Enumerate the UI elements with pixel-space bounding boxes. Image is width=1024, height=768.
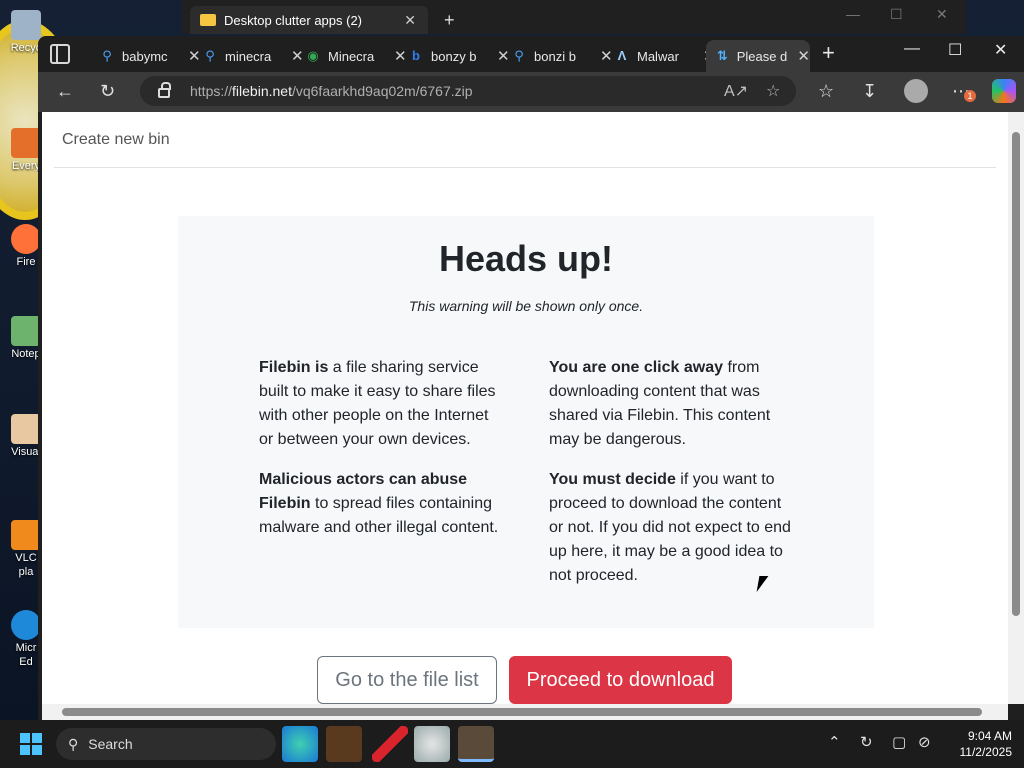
folder-icon: [200, 14, 216, 26]
paragraph-bold: You must decide: [549, 471, 676, 488]
taskbar: ⚲ Search ⌃ ↻ ▢ ⊘ 9:04 AM 11/2/2025: [0, 720, 1024, 768]
nav-divider: [54, 167, 996, 168]
windows-start-icon[interactable]: [20, 733, 42, 755]
explorer-window: Desktop clutter apps (2) ✕ + — ☐ ✕: [182, 0, 966, 34]
tab-title: bonzi b: [534, 48, 576, 64]
close-icon[interactable]: ✕: [994, 40, 1007, 60]
chevron-up-icon[interactable]: ⌃: [828, 733, 841, 751]
bing-icon: b: [412, 48, 420, 63]
url-text[interactable]: https://filebin.net/vq6faarkhd9aq02m/676…: [190, 83, 473, 99]
close-icon[interactable]: ✕: [797, 47, 810, 65]
page-title: Heads up!: [438, 238, 614, 279]
search-icon: ⚲: [102, 48, 112, 63]
tab-bonzy[interactable]: b bonzy b ✕: [399, 40, 510, 72]
explorer-tab-title: Desktop clutter apps (2): [224, 12, 363, 28]
page-viewport: Create new bin Heads up! This warning wi…: [42, 112, 1008, 704]
create-new-bin-link[interactable]: Create new bin: [62, 131, 170, 149]
close-icon[interactable]: ✕: [404, 12, 416, 29]
edge-icon: [11, 610, 41, 640]
tab-malware[interactable]: Λ Malwar ✕: [605, 40, 716, 72]
tab-minecra[interactable]: ⚲ minecra ✕: [193, 40, 303, 72]
browser-toolbar: ← ↻ https://filebin.net/vq6faarkhd9aq02m…: [38, 72, 1024, 112]
browser-window: ⚲ babymc ✕ ⚲ minecra ✕ ◉ Minecra ✕ b bon…: [38, 36, 1024, 720]
tab-strip: ⚲ babymc ✕ ⚲ minecra ✕ ◉ Minecra ✕ b bon…: [38, 36, 1024, 72]
notepad-icon: [11, 316, 41, 346]
back-icon[interactable]: ←: [56, 80, 74, 102]
everything-icon: [11, 128, 41, 158]
recycle-bin-icon: [11, 10, 41, 40]
firefox-icon: [11, 224, 41, 254]
copilot-icon[interactable]: [992, 79, 1016, 103]
sync-icon[interactable]: ↻: [860, 733, 873, 751]
paragraph-bold: Filebin is: [259, 359, 329, 376]
horizontal-scrollbar-thumb[interactable]: [62, 708, 982, 716]
filebin-description: Filebin is a file sharing service built …: [259, 356, 503, 452]
one-click-away-note: You are one click away from downloading …: [549, 356, 793, 452]
paragraph-bold: You are one click away: [549, 359, 724, 376]
downloads-icon[interactable]: ↧: [862, 80, 877, 102]
new-tab-button[interactable]: +: [822, 40, 835, 66]
vertical-scrollbar[interactable]: [1008, 112, 1024, 704]
maximize-icon[interactable]: ☐: [948, 40, 962, 60]
lock-icon[interactable]: [158, 82, 171, 98]
ups-taskbar-icon[interactable]: [326, 726, 362, 762]
visual-icon: [11, 414, 41, 444]
display-icon[interactable]: ▢: [892, 733, 906, 751]
minimize-icon[interactable]: —: [846, 6, 860, 22]
clock-date: 11/2/2025: [959, 745, 1013, 759]
tab-title: Minecra: [328, 48, 375, 64]
explorer-tab[interactable]: Desktop clutter apps (2) ✕: [190, 6, 428, 34]
filebin-icon: ⇅: [716, 48, 728, 63]
red-app-taskbar-icon[interactable]: [372, 726, 408, 762]
file-explorer-taskbar-icon[interactable]: [458, 726, 494, 762]
read-aloud-icon[interactable]: A↗: [724, 81, 748, 101]
warning-card: Heads up! This warning will be shown onl…: [178, 216, 874, 628]
a-logo-icon: Λ: [617, 48, 627, 63]
tab-actions-icon[interactable]: [50, 44, 70, 64]
tab-title: Please d: [736, 48, 788, 64]
tab-babymc[interactable]: ⚲ babymc ✕: [90, 40, 200, 72]
refresh-icon[interactable]: ↻: [100, 80, 115, 102]
tab-title: babymc: [122, 48, 168, 64]
url-prefix: https://: [190, 83, 233, 99]
tab-title: Malwar: [637, 48, 679, 64]
paint-taskbar-icon[interactable]: [414, 726, 450, 762]
taskbar-search[interactable]: ⚲ Search: [56, 728, 276, 760]
url-path: /vq6faarkhd9aq02m/6767.zip: [291, 83, 473, 99]
horizontal-scrollbar[interactable]: [42, 704, 1008, 720]
address-bar[interactable]: https://filebin.net/vq6faarkhd9aq02m/676…: [140, 76, 796, 106]
search-icon: ⚲: [205, 48, 215, 63]
search-label: Search: [88, 736, 133, 752]
volume-muted-icon[interactable]: ⊘: [918, 733, 931, 751]
search-icon: ⚲: [514, 48, 524, 63]
malicious-actors-note: Malicious actors can abuse Filebin to sp…: [259, 468, 503, 540]
edge-taskbar-icon[interactable]: [282, 726, 318, 762]
notification-badge: 1: [964, 90, 976, 102]
close-icon[interactable]: ✕: [936, 6, 948, 23]
profile-avatar[interactable]: [904, 79, 928, 103]
go-to-file-list-button[interactable]: Go to the file list: [317, 656, 497, 704]
new-tab-icon[interactable]: +: [444, 10, 455, 31]
tab-title: minecra: [225, 48, 272, 64]
minimize-icon[interactable]: —: [904, 40, 920, 58]
tab-please-download[interactable]: ⇅ Please d ✕: [706, 40, 810, 72]
proceed-to-download-button[interactable]: Proceed to download: [509, 656, 732, 704]
search-icon: ⚲: [68, 735, 79, 752]
tab-bonzi[interactable]: ⚲ bonzi b ✕: [502, 40, 612, 72]
clock-time: 9:04 AM: [967, 729, 1012, 743]
tab-minecraft[interactable]: ◉ Minecra ✕: [296, 40, 406, 72]
url-domain: filebin.net: [232, 83, 292, 99]
you-must-decide-note: You must decide if you want to proceed t…: [549, 468, 793, 588]
chrome-icon: ◉: [307, 48, 319, 63]
favorites-icon[interactable]: ☆: [818, 80, 834, 102]
vlc-icon: [11, 520, 41, 550]
favorite-star-icon[interactable]: ☆: [766, 81, 780, 101]
tab-title: bonzy b: [431, 48, 477, 64]
warning-subtitle: This warning will be shown only once.: [408, 298, 644, 314]
maximize-icon[interactable]: ☐: [890, 6, 903, 23]
vertical-scrollbar-thumb[interactable]: [1012, 132, 1020, 616]
system-clock[interactable]: 9:04 AM 11/2/2025: [942, 728, 1013, 760]
